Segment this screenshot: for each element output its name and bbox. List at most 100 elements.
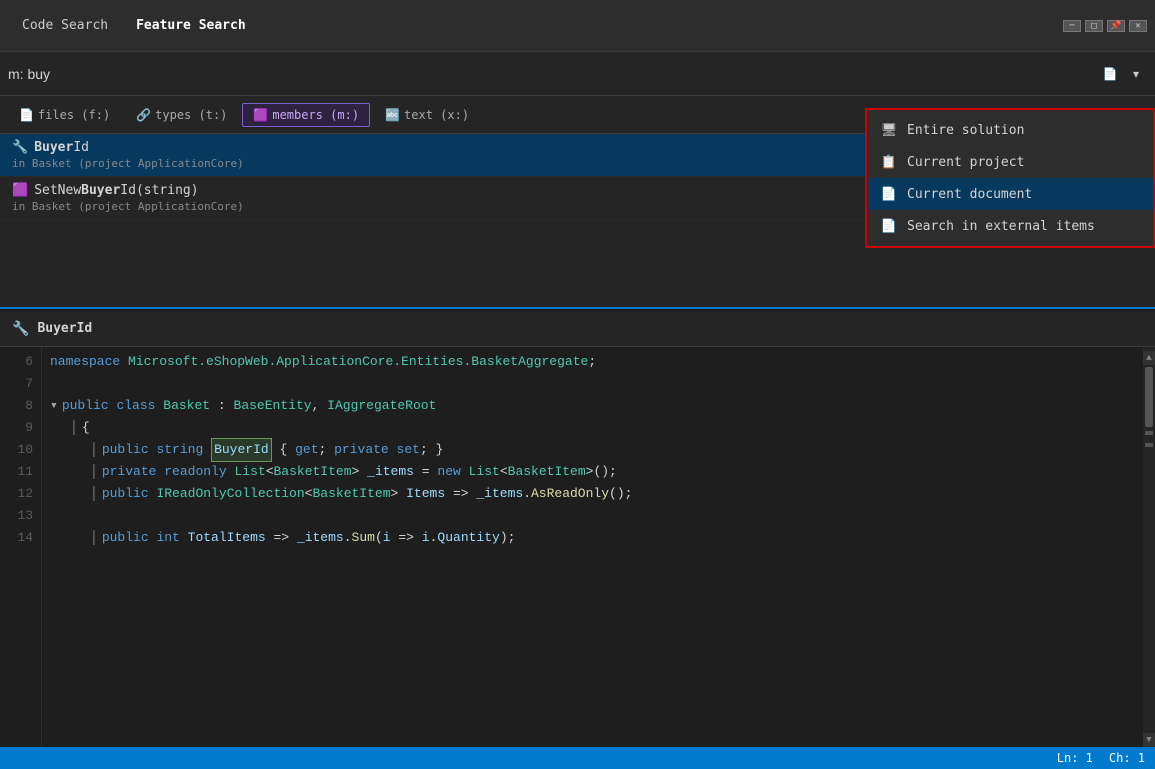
kw-private-11: private bbox=[102, 461, 157, 483]
kw-class: class bbox=[116, 395, 155, 417]
type-basketitem-12: BasketItem bbox=[312, 483, 390, 505]
line-num-13: 13 bbox=[8, 505, 33, 527]
line-num-10: 10 bbox=[8, 439, 33, 461]
scroll-down-button[interactable]: ▼ bbox=[1143, 733, 1155, 747]
code-line-13 bbox=[50, 505, 1135, 527]
close-button[interactable]: ✕ bbox=[1129, 20, 1147, 32]
current-project-icon: 📋 bbox=[881, 154, 897, 170]
entire-solution-icon: 🖥 bbox=[881, 122, 897, 138]
lambda-i: i bbox=[383, 527, 391, 549]
type-basket: Basket bbox=[163, 395, 210, 417]
status-bar: Ln: 1 Ch: 1 bbox=[0, 747, 1155, 769]
search-external-icon: 📄 bbox=[881, 218, 897, 234]
kw-readonly: readonly bbox=[164, 461, 226, 483]
new-search-button[interactable]: 📄 bbox=[1099, 63, 1121, 85]
editor-header-title: BuyerId bbox=[37, 321, 92, 336]
gutter-line-14: │ bbox=[90, 530, 98, 545]
result-buyer-id-text: BuyerId bbox=[34, 140, 89, 155]
current-document-icon: 📄 bbox=[881, 186, 897, 202]
type-baseentity: BaseEntity bbox=[234, 395, 312, 417]
filter-types[interactable]: 🔗 types (t:) bbox=[125, 103, 238, 127]
code-line-14: │ public int TotalItems => _items.Sum(i … bbox=[50, 527, 1135, 549]
kw-set: set bbox=[397, 439, 420, 461]
kw-public-10: public bbox=[102, 439, 149, 461]
members-icon: 🟪 bbox=[253, 108, 268, 122]
kw-int: int bbox=[156, 527, 179, 549]
code-line-6: namespace Microsoft.eShopWeb.Application… bbox=[50, 351, 1135, 373]
filter-text[interactable]: 🔤 text (x:) bbox=[374, 103, 480, 127]
prop-quantity: Quantity bbox=[437, 527, 499, 549]
prop-items-sum: _items bbox=[297, 527, 344, 549]
filter-files-label: files (f:) bbox=[38, 108, 110, 122]
line-num-8: 8 bbox=[8, 395, 33, 417]
scrollbar-vertical[interactable]: ▲ ▼ bbox=[1143, 347, 1155, 747]
line-num-9: 9 bbox=[8, 417, 33, 439]
window-controls: ─ □ 📌 ✕ bbox=[1063, 20, 1147, 32]
prop-items-ref: _items bbox=[476, 483, 523, 505]
dropdown-entire-solution[interactable]: 🖥 Entire solution bbox=[867, 114, 1153, 146]
filter-files[interactable]: 📄 files (f:) bbox=[8, 103, 121, 127]
prop-items-public: Items bbox=[406, 483, 445, 505]
dropdown-button[interactable]: ▾ bbox=[1125, 63, 1147, 85]
filter-members-label: members (m:) bbox=[272, 108, 359, 122]
code-line-12: │ public IReadOnlyCollection<BasketItem>… bbox=[50, 483, 1135, 505]
tab-feature-search[interactable]: Feature Search bbox=[122, 10, 260, 41]
tab-code-search[interactable]: Code Search bbox=[8, 10, 122, 41]
prop-totalitems: TotalItems bbox=[188, 527, 266, 549]
highlight-buyerid: BuyerId bbox=[211, 438, 272, 462]
kw-new: new bbox=[437, 461, 460, 483]
dropdown-current-project[interactable]: 📋 Current project bbox=[867, 146, 1153, 178]
dropdown-search-external-label: Search in external items bbox=[907, 219, 1095, 234]
prop-items: _items bbox=[367, 461, 414, 483]
scope-dropdown: 🖥 Entire solution 📋 Current project 📄 Cu… bbox=[865, 108, 1155, 248]
kw-namespace: namespace bbox=[50, 351, 120, 373]
minimap-indicator-1 bbox=[1145, 431, 1153, 435]
editor-header-icon: 🔧 bbox=[12, 321, 29, 337]
type-iaggregateroot: IAggregateRoot bbox=[327, 395, 436, 417]
editor-area: 🔧 BuyerId 6 7 8 9 10 11 12 13 14 namespa… bbox=[0, 309, 1155, 747]
search-input[interactable] bbox=[8, 66, 1099, 82]
minimap-indicator-2 bbox=[1145, 443, 1153, 447]
result-cube-icon: 🟪 bbox=[12, 183, 28, 198]
minimize-button[interactable]: ─ bbox=[1063, 20, 1081, 32]
files-icon: 📄 bbox=[19, 108, 34, 122]
method-sum: Sum bbox=[352, 527, 375, 549]
scrollbar-thumb[interactable] bbox=[1145, 367, 1153, 427]
method-asreadonly: AsReadOnly bbox=[531, 483, 609, 505]
kw-public-12: public bbox=[102, 483, 149, 505]
code-content[interactable]: namespace Microsoft.eShopWeb.Application… bbox=[42, 347, 1143, 747]
kw-string-10: string bbox=[156, 439, 203, 461]
dropdown-current-project-label: Current project bbox=[907, 155, 1024, 170]
search-bar: 📄 ▾ bbox=[0, 52, 1155, 96]
type-ireadonlycollection: IReadOnlyCollection bbox=[156, 483, 304, 505]
filter-types-label: types (t:) bbox=[155, 108, 227, 122]
kw-public-8: public bbox=[62, 395, 109, 417]
filter-members[interactable]: 🟪 members (m:) bbox=[242, 103, 370, 127]
types-icon: 🔗 bbox=[136, 108, 151, 122]
dropdown-search-external[interactable]: 📄 Search in external items bbox=[867, 210, 1153, 242]
kw-get: get bbox=[295, 439, 318, 461]
code-line-9: │{ bbox=[50, 417, 1135, 439]
pin-button[interactable]: 📌 bbox=[1107, 20, 1125, 32]
main-panel: 📄 ▾ 📄 files (f:) 🔗 types (t:) 🟪 members … bbox=[0, 52, 1155, 769]
result-set-new-buyer-id-text: SetNewBuyerId(string) bbox=[34, 183, 198, 198]
kw-private-10: private bbox=[334, 439, 389, 461]
gutter-line-9: │ bbox=[70, 420, 78, 435]
title-bar: Code Search Feature Search ─ □ 📌 ✕ bbox=[0, 0, 1155, 52]
code-line-11: │ private readonly List<BasketItem> _ite… bbox=[50, 461, 1135, 483]
scroll-up-button[interactable]: ▲ bbox=[1143, 351, 1155, 365]
gutter-line-10: │ bbox=[90, 442, 98, 457]
search-actions: 📄 ▾ bbox=[1099, 63, 1147, 85]
lambda-i2: i bbox=[422, 527, 430, 549]
type-list: List bbox=[234, 461, 265, 483]
gutter-line-12: │ bbox=[90, 486, 98, 501]
expand-icon-8[interactable]: ▾ bbox=[50, 395, 58, 417]
code-line-10: │ public string BuyerId { get; private s… bbox=[50, 439, 1135, 461]
editor-header: 🔧 BuyerId bbox=[0, 309, 1155, 347]
filter-text-label: text (x:) bbox=[404, 108, 469, 122]
code-line-7 bbox=[50, 373, 1135, 395]
dropdown-current-document[interactable]: 📄 Current document bbox=[867, 178, 1153, 210]
scrollbar-track[interactable] bbox=[1143, 365, 1155, 733]
restore-button[interactable]: □ bbox=[1085, 20, 1103, 32]
line-numbers: 6 7 8 9 10 11 12 13 14 bbox=[0, 347, 42, 747]
